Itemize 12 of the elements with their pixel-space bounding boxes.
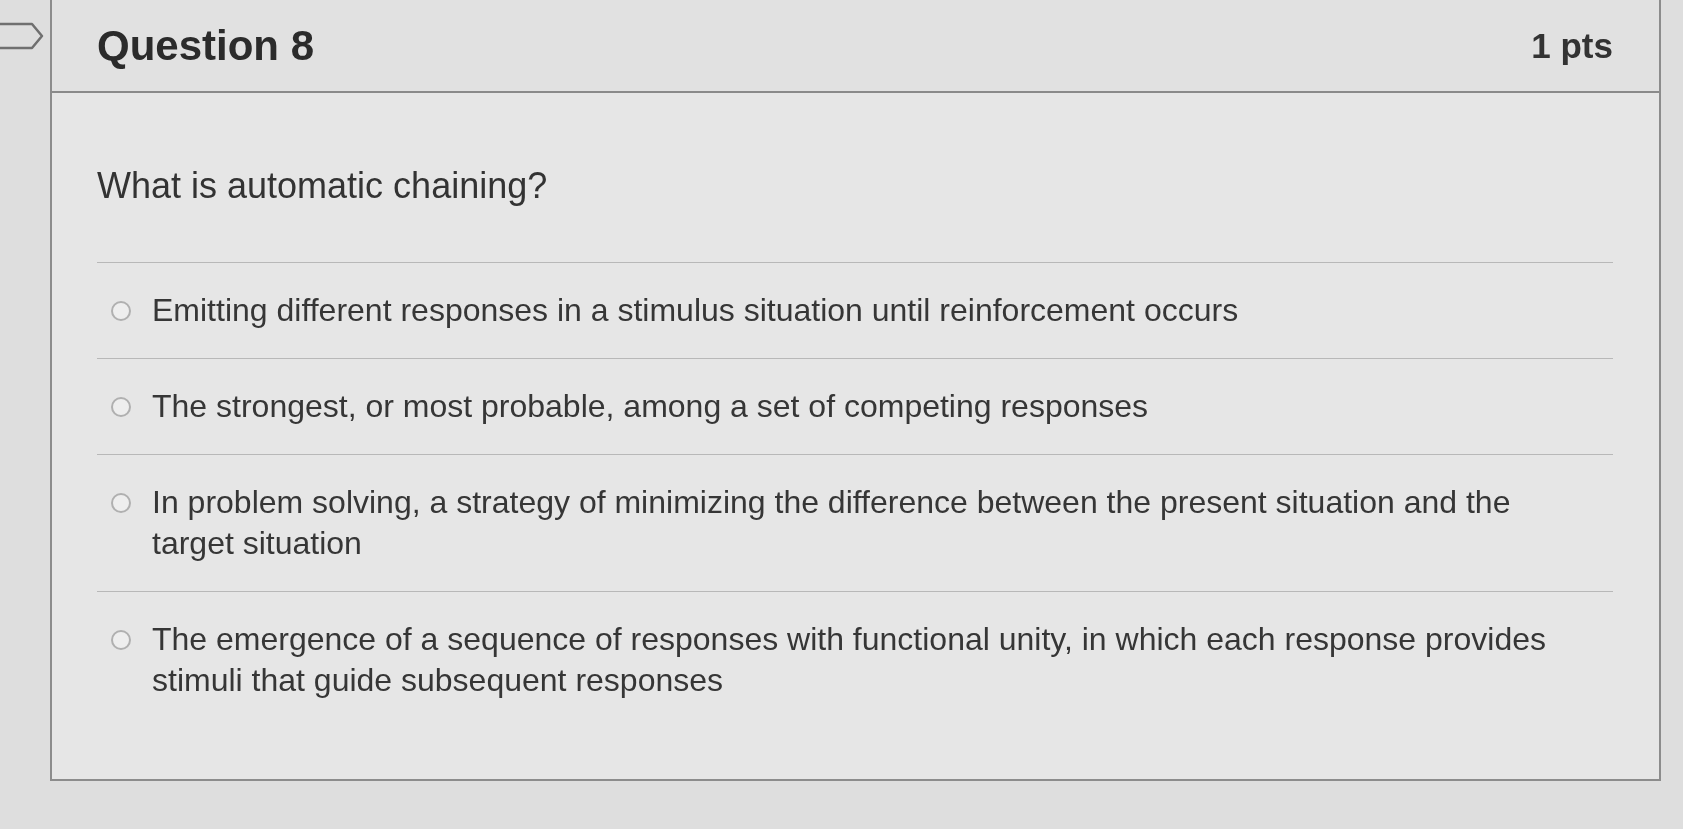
radio-button[interactable] bbox=[111, 397, 131, 417]
answer-text: In problem solving, a strategy of minimizing the difference between the present situation and the target situation bbox=[152, 483, 1512, 563]
radio-button[interactable] bbox=[111, 493, 131, 513]
question-title: Question 8 bbox=[97, 21, 315, 70]
radio-button[interactable] bbox=[111, 301, 131, 321]
answer-text: Emitting different responses in a stimulus situation until reinforcement occurs bbox=[152, 291, 1239, 330]
tag-icon[interactable] bbox=[0, 22, 44, 50]
radio-button[interactable] bbox=[111, 630, 131, 650]
answer-text: The emergence of a sequence of responses with functional unity, in which each response provides stimuli that guide subsequent responses bbox=[152, 620, 1547, 700]
answer-text: The strongest, or most probable, among a set of competing responses bbox=[152, 387, 1149, 426]
question-text: What is automatic chaining? bbox=[97, 164, 549, 208]
points-label: 1 pts bbox=[1531, 25, 1613, 66]
